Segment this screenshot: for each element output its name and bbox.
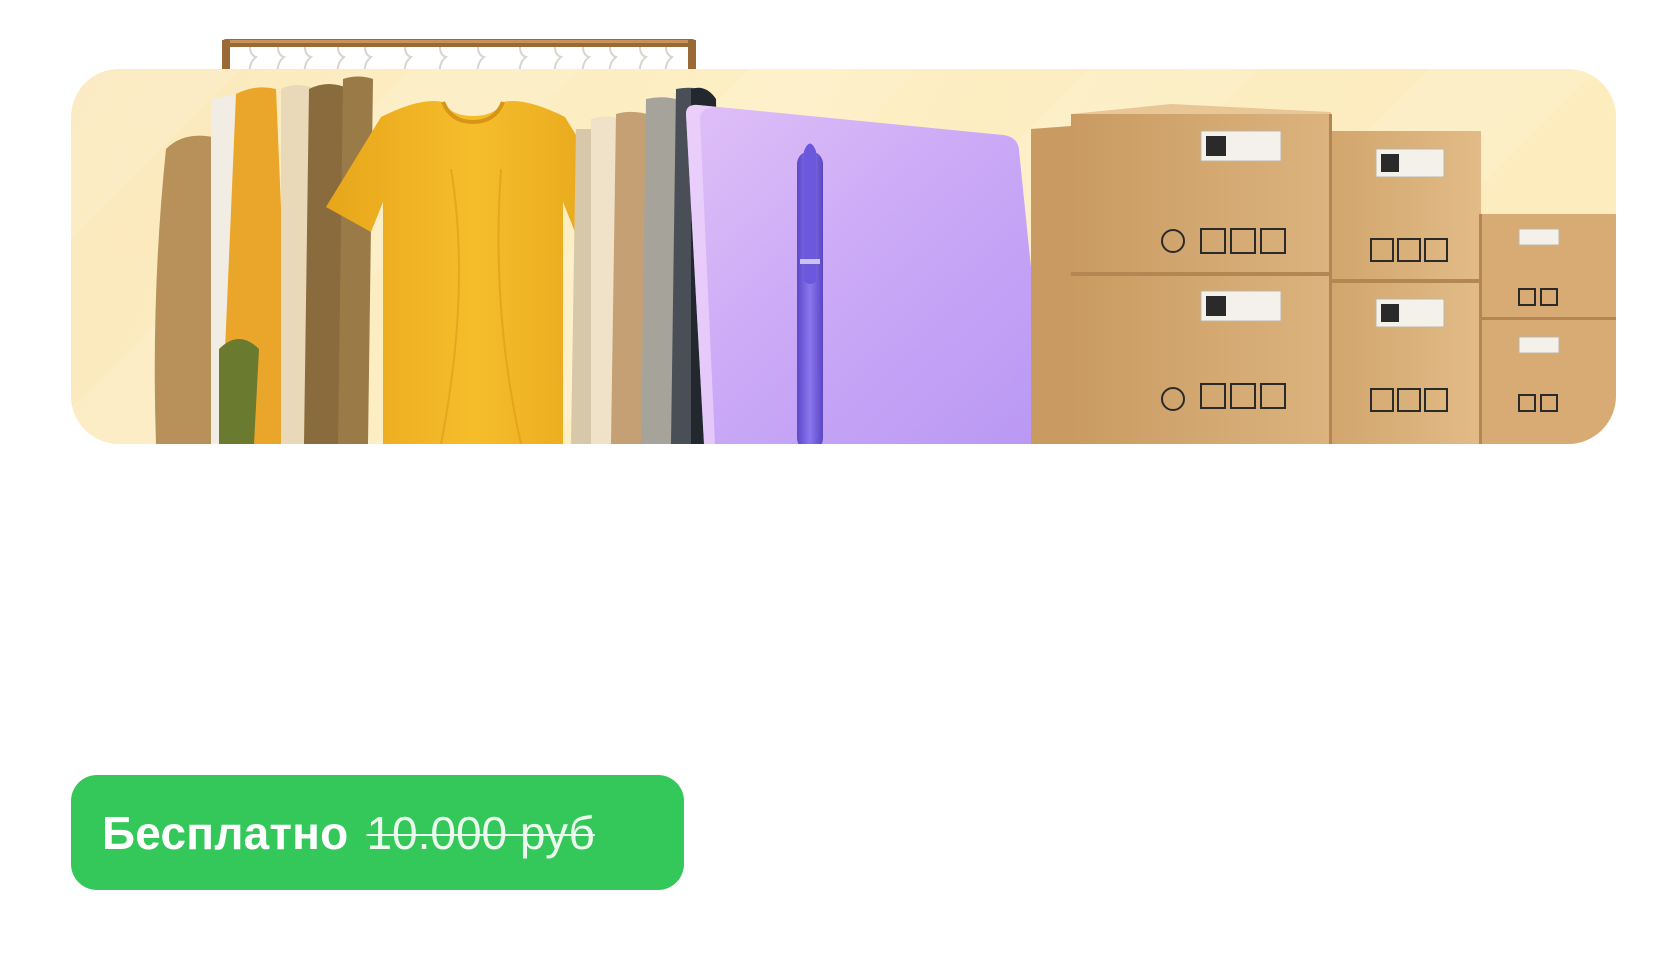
old-price: 10.000 руб: [366, 806, 595, 859]
purple-folder: [686, 104, 1049, 444]
clothing-group: [154, 76, 721, 444]
hero-banner: [71, 69, 1616, 444]
pen-icon: [797, 143, 823, 444]
price-badge[interactable]: Бесплатно 10.000 руб: [71, 775, 684, 890]
free-label: Бесплатно: [102, 806, 349, 859]
hero-illustration: [154, 76, 1616, 444]
cardboard-boxes: [1031, 104, 1616, 444]
